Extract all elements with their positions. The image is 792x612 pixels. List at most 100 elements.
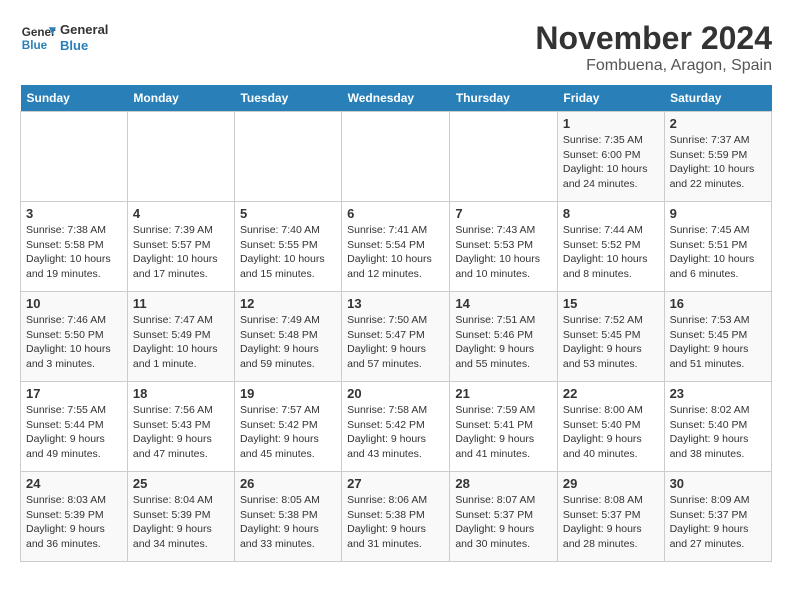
day-number: 7 <box>455 206 552 221</box>
day-number: 20 <box>347 386 444 401</box>
day-info: Sunrise: 7:40 AM Sunset: 5:55 PM Dayligh… <box>240 223 336 282</box>
day-number: 13 <box>347 296 444 311</box>
day-info: Sunrise: 8:06 AM Sunset: 5:38 PM Dayligh… <box>347 493 444 552</box>
calendar-cell: 16Sunrise: 7:53 AM Sunset: 5:45 PM Dayli… <box>664 292 771 382</box>
day-info: Sunrise: 7:39 AM Sunset: 5:57 PM Dayligh… <box>133 223 229 282</box>
header-cell-friday: Friday <box>557 85 664 112</box>
calendar-cell: 18 Sunrise: 7:56 AM Sunset: 5:43 PM Dayli… <box>127 382 234 472</box>
day-number: 19 <box>240 386 336 401</box>
day-number: 9 <box>670 206 766 221</box>
header-cell-thursday: Thursday <box>450 85 558 112</box>
calendar-cell: 25 Sunrise: 8:04 AM Sunset: 5:39 PM Dayli… <box>127 472 234 562</box>
day-number: 25 <box>133 476 229 491</box>
day-info: Sunrise: 7:50 AM Sunset: 5:47 PM Dayligh… <box>347 313 444 372</box>
header-cell-tuesday: Tuesday <box>234 85 341 112</box>
day-number: 24 <box>26 476 122 491</box>
day-number: 15 <box>563 296 659 311</box>
calendar-cell: 12 Sunrise: 7:49 AM Sunset: 5:48 PM Dayli… <box>234 292 341 382</box>
day-number: 30 <box>670 476 766 491</box>
day-number: 3 <box>26 206 122 221</box>
day-number: 16 <box>670 296 766 311</box>
calendar-cell <box>234 112 341 202</box>
day-number: 8 <box>563 206 659 221</box>
header-cell-sunday: Sunday <box>21 85 128 112</box>
calendar-body: 1 Sunrise: 7:35 AM Sunset: 6:00 PM Daylig… <box>21 112 772 562</box>
calendar-cell: 7 Sunrise: 7:43 AM Sunset: 5:53 PM Daylig… <box>450 202 558 292</box>
week-row-0: 1 Sunrise: 7:35 AM Sunset: 6:00 PM Daylig… <box>21 112 772 202</box>
calendar-cell: 14 Sunrise: 7:51 AM Sunset: 5:46 PM Dayli… <box>450 292 558 382</box>
calendar-cell: 4 Sunrise: 7:39 AM Sunset: 5:57 PM Daylig… <box>127 202 234 292</box>
calendar-title: November 2024 <box>535 20 772 57</box>
calendar-cell <box>127 112 234 202</box>
calendar-cell: 2 Sunrise: 7:37 AM Sunset: 5:59 PM Daylig… <box>664 112 771 202</box>
day-info: Sunrise: 7:35 AM Sunset: 6:00 PM Dayligh… <box>563 133 659 192</box>
day-number: 29 <box>563 476 659 491</box>
day-info: Sunrise: 7:56 AM Sunset: 5:43 PM Dayligh… <box>133 403 229 462</box>
day-number: 11 <box>133 296 229 311</box>
header: General Blue General Blue November 2024 … <box>20 20 772 75</box>
day-info: Sunrise: 8:05 AM Sunset: 5:38 PM Dayligh… <box>240 493 336 552</box>
day-number: 10 <box>26 296 122 311</box>
day-info: Sunrise: 7:51 AM Sunset: 5:46 PM Dayligh… <box>455 313 552 372</box>
calendar-cell <box>450 112 558 202</box>
day-number: 4 <box>133 206 229 221</box>
day-number: 22 <box>563 386 659 401</box>
day-number: 14 <box>455 296 552 311</box>
day-number: 27 <box>347 476 444 491</box>
day-info: Sunrise: 8:03 AM Sunset: 5:39 PM Dayligh… <box>26 493 122 552</box>
day-number: 1 <box>563 116 659 131</box>
calendar-cell: 20Sunrise: 7:58 AM Sunset: 5:42 PM Dayli… <box>342 382 450 472</box>
calendar-cell: 28Sunrise: 8:07 AM Sunset: 5:37 PM Dayli… <box>450 472 558 562</box>
calendar-cell: 29 Sunrise: 8:08 AM Sunset: 5:37 PM Dayli… <box>557 472 664 562</box>
day-number: 18 <box>133 386 229 401</box>
calendar-cell: 8Sunrise: 7:44 AM Sunset: 5:52 PM Daylig… <box>557 202 664 292</box>
calendar-cell: 11 Sunrise: 7:47 AM Sunset: 5:49 PM Dayli… <box>127 292 234 382</box>
calendar-cell: 17Sunrise: 7:55 AM Sunset: 5:44 PM Dayli… <box>21 382 128 472</box>
logo-icon: General Blue <box>20 20 56 56</box>
day-info: Sunrise: 7:55 AM Sunset: 5:44 PM Dayligh… <box>26 403 122 462</box>
day-info: Sunrise: 8:02 AM Sunset: 5:40 PM Dayligh… <box>670 403 766 462</box>
calendar-cell: 10 Sunrise: 7:46 AM Sunset: 5:50 PM Dayli… <box>21 292 128 382</box>
calendar-cell <box>342 112 450 202</box>
header-cell-wednesday: Wednesday <box>342 85 450 112</box>
calendar-cell: 5 Sunrise: 7:40 AM Sunset: 5:55 PM Daylig… <box>234 202 341 292</box>
day-info: Sunrise: 8:04 AM Sunset: 5:39 PM Dayligh… <box>133 493 229 552</box>
calendar-cell: 30 Sunrise: 8:09 AM Sunset: 5:37 PM Dayli… <box>664 472 771 562</box>
day-info: Sunrise: 7:46 AM Sunset: 5:50 PM Dayligh… <box>26 313 122 372</box>
calendar-cell: 26Sunrise: 8:05 AM Sunset: 5:38 PM Dayli… <box>234 472 341 562</box>
calendar-cell: 15Sunrise: 7:52 AM Sunset: 5:45 PM Dayli… <box>557 292 664 382</box>
calendar-cell: 3Sunrise: 7:38 AM Sunset: 5:58 PM Daylig… <box>21 202 128 292</box>
calendar-cell: 9Sunrise: 7:45 AM Sunset: 5:51 PM Daylig… <box>664 202 771 292</box>
day-info: Sunrise: 7:37 AM Sunset: 5:59 PM Dayligh… <box>670 133 766 192</box>
svg-text:Blue: Blue <box>22 39 48 52</box>
week-row-3: 17Sunrise: 7:55 AM Sunset: 5:44 PM Dayli… <box>21 382 772 472</box>
day-info: Sunrise: 7:47 AM Sunset: 5:49 PM Dayligh… <box>133 313 229 372</box>
day-info: Sunrise: 7:59 AM Sunset: 5:41 PM Dayligh… <box>455 403 552 462</box>
day-number: 5 <box>240 206 336 221</box>
week-row-1: 3Sunrise: 7:38 AM Sunset: 5:58 PM Daylig… <box>21 202 772 292</box>
day-number: 28 <box>455 476 552 491</box>
calendar-cell: 23 Sunrise: 8:02 AM Sunset: 5:40 PM Dayli… <box>664 382 771 472</box>
day-info: Sunrise: 7:49 AM Sunset: 5:48 PM Dayligh… <box>240 313 336 372</box>
day-number: 21 <box>455 386 552 401</box>
week-row-2: 10 Sunrise: 7:46 AM Sunset: 5:50 PM Dayli… <box>21 292 772 382</box>
day-number: 12 <box>240 296 336 311</box>
calendar-cell: 22Sunrise: 8:00 AM Sunset: 5:40 PM Dayli… <box>557 382 664 472</box>
calendar-cell: 24 Sunrise: 8:03 AM Sunset: 5:39 PM Dayli… <box>21 472 128 562</box>
day-number: 2 <box>670 116 766 131</box>
day-number: 23 <box>670 386 766 401</box>
header-row: SundayMondayTuesdayWednesdayThursdayFrid… <box>21 85 772 112</box>
header-cell-monday: Monday <box>127 85 234 112</box>
logo: General Blue General Blue <box>20 20 108 56</box>
day-info: Sunrise: 7:57 AM Sunset: 5:42 PM Dayligh… <box>240 403 336 462</box>
calendar-cell: 27 Sunrise: 8:06 AM Sunset: 5:38 PM Dayli… <box>342 472 450 562</box>
logo-general-text: General <box>60 22 108 38</box>
title-section: November 2024 Fombuena, Aragon, Spain <box>535 20 772 75</box>
day-number: 6 <box>347 206 444 221</box>
calendar-cell <box>21 112 128 202</box>
day-info: Sunrise: 8:08 AM Sunset: 5:37 PM Dayligh… <box>563 493 659 552</box>
week-row-4: 24 Sunrise: 8:03 AM Sunset: 5:39 PM Dayli… <box>21 472 772 562</box>
day-info: Sunrise: 7:43 AM Sunset: 5:53 PM Dayligh… <box>455 223 552 282</box>
day-info: Sunrise: 8:09 AM Sunset: 5:37 PM Dayligh… <box>670 493 766 552</box>
calendar-cell: 13 Sunrise: 7:50 AM Sunset: 5:47 PM Dayli… <box>342 292 450 382</box>
